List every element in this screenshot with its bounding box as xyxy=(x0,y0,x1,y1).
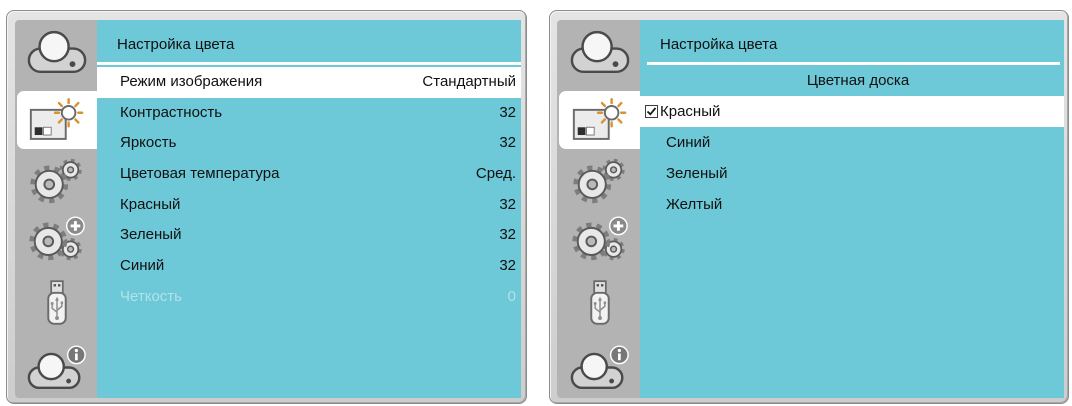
right-menu-sidebar xyxy=(557,20,640,398)
sidebar-item-picture[interactable] xyxy=(17,91,97,149)
menu-row-picture-mode[interactable]: Режим изображения Стандартный xyxy=(97,67,521,98)
usb-icon xyxy=(26,279,88,326)
gears-icon xyxy=(569,157,631,204)
title-divider xyxy=(97,62,521,65)
option-green[interactable]: Зеленый xyxy=(640,158,1064,189)
menu-title: Настройка цвета xyxy=(117,36,235,53)
gears-icon xyxy=(26,157,88,204)
sidebar-item-picture[interactable] xyxy=(559,91,640,149)
picture-sun-icon xyxy=(26,97,88,144)
sidebar-item-projector[interactable] xyxy=(17,22,97,80)
row-value: 32 xyxy=(499,195,516,213)
sidebar-item-setup[interactable] xyxy=(559,151,640,209)
gears-plus-icon xyxy=(569,215,631,262)
menu-rows: Режим изображения Стандартный Контрастно… xyxy=(97,67,521,313)
row-label: Цветовая температура xyxy=(120,165,280,183)
sidebar-item-usb[interactable] xyxy=(17,273,97,331)
menu-row-brightness[interactable]: Яркость 32 xyxy=(97,128,521,159)
menu-title: Настройка цвета xyxy=(660,36,778,53)
sidebar-item-info[interactable] xyxy=(559,338,640,396)
option-label: Красный xyxy=(660,103,721,120)
checkmark-icon xyxy=(646,107,657,116)
row-value: 32 xyxy=(499,103,516,121)
left-menu-sidebar xyxy=(15,20,97,398)
row-value: 0 xyxy=(507,287,516,305)
row-value: Стандартный xyxy=(422,73,516,90)
menu-row-color-temperature[interactable]: Цветовая температура Сред. xyxy=(97,159,521,190)
menu-row-green[interactable]: Зеленый 32 xyxy=(97,220,521,251)
row-value: Сред. xyxy=(475,165,516,183)
color-board-menu: Настройка цвета Цветная доска Красный Си… xyxy=(640,20,1064,398)
projector-icon xyxy=(26,28,88,75)
menu-row-sharpness: Четкость 0 xyxy=(97,282,521,313)
right-menu-panel: Настройка цвета Цветная доска Красный Си… xyxy=(549,10,1069,404)
row-label: Зеленый xyxy=(120,226,182,244)
sidebar-item-advanced-setup[interactable] xyxy=(559,209,640,267)
sidebar-item-advanced-setup[interactable] xyxy=(17,209,97,267)
usb-icon xyxy=(569,279,631,326)
projector-icon xyxy=(569,28,631,75)
menu-row-red[interactable]: Красный 32 xyxy=(97,190,521,221)
left-menu-panel: Настройка цвета Режим изображения Станда… xyxy=(6,10,527,404)
row-value: 32 xyxy=(499,134,516,152)
sidebar-item-projector[interactable] xyxy=(559,22,640,80)
menu-row-blue[interactable]: Синий 32 xyxy=(97,251,521,282)
row-label: Яркость xyxy=(120,134,177,152)
checkbox[interactable] xyxy=(645,105,658,118)
projector-info-icon xyxy=(26,344,88,391)
color-settings-menu: Настройка цвета Режим изображения Станда… xyxy=(97,20,521,398)
gears-plus-icon xyxy=(26,215,88,262)
submenu-title: Цветная доска xyxy=(806,72,910,89)
row-label: Четкость xyxy=(120,287,182,305)
option-label: Синий xyxy=(666,134,711,151)
option-yellow[interactable]: Желтый xyxy=(640,189,1064,220)
sidebar-item-setup[interactable] xyxy=(17,151,97,209)
title-divider xyxy=(647,62,1060,65)
row-label: Синий xyxy=(120,257,165,275)
menu-row-contrast[interactable]: Контрастность 32 xyxy=(97,98,521,129)
row-value: 32 xyxy=(499,226,516,244)
row-label: Красный xyxy=(120,195,181,213)
sidebar-item-info[interactable] xyxy=(17,338,97,396)
row-value: 32 xyxy=(499,257,516,275)
projector-info-icon xyxy=(569,344,631,391)
color-board-options: Красный Синий Зеленый Желтый xyxy=(640,96,1064,220)
sidebar-item-usb[interactable] xyxy=(559,273,640,331)
row-label: Контрастность xyxy=(120,103,223,121)
option-label: Желтый xyxy=(666,196,723,213)
picture-sun-icon xyxy=(569,97,631,144)
option-red[interactable]: Красный xyxy=(640,96,1064,127)
option-blue[interactable]: Синий xyxy=(640,127,1064,158)
row-label: Режим изображения xyxy=(120,73,263,90)
option-label: Зеленый xyxy=(666,165,728,182)
